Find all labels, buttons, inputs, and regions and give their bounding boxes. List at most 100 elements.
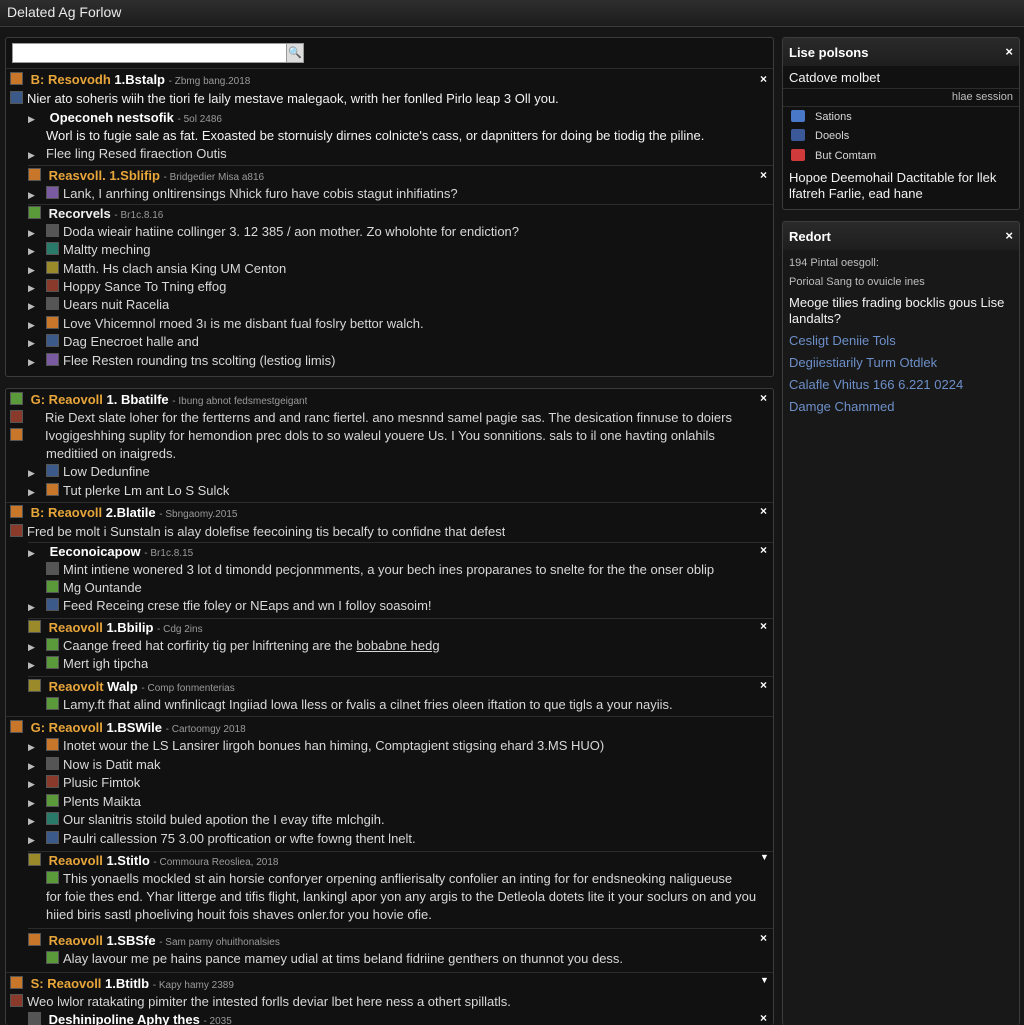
list-item[interactable]: ▶ Our slanitris stoild buled apotion the … xyxy=(28,811,385,829)
list-item[interactable]: ▶ Plents Maikta xyxy=(28,793,141,811)
chevron-right-icon[interactable]: ▶ xyxy=(28,110,46,127)
post-tag: 1.BSWile xyxy=(106,720,163,735)
close-icon[interactable]: × xyxy=(760,72,767,86)
chevron-down-icon[interactable]: ▼ xyxy=(760,975,769,985)
close-icon[interactable]: × xyxy=(760,504,767,518)
sidebar-link[interactable]: Degiiestiarily Turm Otdlek xyxy=(789,354,937,372)
post-meta: - Cdg 2ins xyxy=(157,624,203,635)
chevron-right-icon[interactable]: ▶ xyxy=(28,334,46,351)
list-item[interactable]: ▶ Low Dedunfine xyxy=(28,463,150,481)
author-name[interactable]: B: Resovodh xyxy=(31,72,111,87)
list-item[interactable]: ▶ Feed Receing crese tfie foley or NEaps … xyxy=(28,597,432,615)
close-icon[interactable]: × xyxy=(760,391,767,405)
chevron-right-icon[interactable]: ▶ xyxy=(28,353,46,370)
sidebar-link[interactable]: Cesligt Deniie Tols xyxy=(789,332,896,350)
post-text: ▶ Lank, I anrhing onltirensings Nhick fur… xyxy=(28,185,458,203)
author-name[interactable]: Opeconeh nestsofik xyxy=(50,110,174,125)
list-item[interactable]: ▶ Doda wieair hatiine collinger 3. 12 385… xyxy=(28,223,519,241)
author-name[interactable]: Eeconoicapow xyxy=(50,544,141,559)
search-box[interactable]: 🔍 xyxy=(12,43,304,63)
close-icon[interactable]: × xyxy=(760,168,767,182)
author-name[interactable]: B: Reaovoll xyxy=(31,505,103,520)
avatar xyxy=(10,505,23,518)
list-item[interactable]: ▶ Hoppy Sance To Tning effog xyxy=(28,278,226,296)
chevron-right-icon[interactable]: ▶ xyxy=(28,186,46,203)
post-tag: 2.Blatile xyxy=(105,505,156,520)
chevron-right-icon[interactable]: ▶ xyxy=(28,483,46,500)
list-item[interactable]: ▶ Flee Resten rounding tns scolting (lest… xyxy=(28,352,335,370)
close-icon[interactable]: × xyxy=(760,931,767,945)
list-item[interactable]: ▶ Inotet wour the LS Lansirer lirgoh bonu… xyxy=(28,737,604,755)
reply-header: ▶ Opeconeh nestsofik - 5ol 2486 xyxy=(28,109,222,127)
list-item[interactable]: Mint intiene wonered 3 lot d timondd pec… xyxy=(28,561,714,579)
sidebar-row: Porioal Sang to ovuicle ines xyxy=(789,276,925,288)
close-icon[interactable]: × xyxy=(760,678,767,692)
close-icon[interactable]: × xyxy=(1005,228,1013,243)
chevron-right-icon[interactable]: ▶ xyxy=(28,279,46,296)
chevron-right-icon[interactable]: ▶ xyxy=(28,297,46,314)
chevron-right-icon[interactable]: ▶ xyxy=(28,316,46,333)
chevron-down-icon[interactable]: ▼ xyxy=(760,852,769,862)
sidebar-header: Redort × xyxy=(783,222,1019,250)
chevron-right-icon[interactable]: ▶ xyxy=(28,224,46,241)
list-item[interactable]: ▶ Tut plerke Lm ant Lo S Sulck xyxy=(28,482,229,500)
list-item[interactable]: ▶ Maltty meching xyxy=(28,241,150,259)
list-item[interactable]: ▶ Uears nuit Racelia xyxy=(28,296,169,314)
close-icon[interactable]: × xyxy=(760,1011,767,1025)
chevron-right-icon[interactable]: ▶ xyxy=(28,598,46,615)
author-name[interactable]: Reaovoll xyxy=(49,620,103,635)
post-text: Fred be molt i Sunstaln is alay dolefise… xyxy=(10,523,505,541)
list-item[interactable]: Mg Ountande xyxy=(28,579,142,597)
author-name[interactable]: Reaovoll xyxy=(49,853,103,868)
sidebar-link[interactable]: Calafle Vhitus 166 6.221 0224 xyxy=(789,376,963,394)
chevron-right-icon[interactable]: ▶ xyxy=(28,544,46,561)
author-name[interactable]: G: Reaovoll xyxy=(31,392,103,407)
list-item[interactable]: ▶ Now is Datit mak xyxy=(28,756,161,774)
avatar xyxy=(10,524,23,537)
search-input[interactable] xyxy=(15,45,287,61)
chevron-right-icon[interactable]: ▶ xyxy=(28,794,46,811)
sidebar-link[interactable]: Doeols xyxy=(791,127,849,145)
chevron-right-icon[interactable]: ▶ xyxy=(28,812,46,829)
list-item[interactable]: ▶ Dag Enecroet halle and xyxy=(28,333,199,351)
sidebar-link[interactable]: But Comtam xyxy=(791,147,876,165)
list-item[interactable]: ▶ Plusic Fimtok xyxy=(28,774,140,792)
author-name[interactable]: Reaovolt xyxy=(49,679,104,694)
avatar xyxy=(46,279,59,292)
sidebar-link[interactable]: Sations xyxy=(791,108,852,126)
author-name[interactable]: Recorvels xyxy=(49,206,111,221)
chevron-right-icon[interactable]: ▶ xyxy=(28,242,46,259)
chevron-right-icon[interactable]: ▶ xyxy=(28,464,46,481)
chevron-right-icon[interactable]: ▶ xyxy=(28,738,46,755)
sidebar-link[interactable]: Damge Chammed xyxy=(789,398,895,416)
chevron-right-icon[interactable]: ▶ xyxy=(28,146,46,163)
author-name[interactable]: Reaovoll xyxy=(49,933,103,948)
list-item[interactable]: ▶ Mert igh tipcha xyxy=(28,655,148,673)
post-tag: 1.Bstalp xyxy=(114,72,165,87)
close-icon[interactable]: × xyxy=(760,619,767,633)
avatar xyxy=(46,464,59,477)
list-item[interactable]: ▶ Flee ling Resed firaection Outis xyxy=(28,145,227,163)
avatar xyxy=(46,334,59,347)
chevron-right-icon[interactable]: ▶ xyxy=(28,261,46,278)
author-name[interactable]: S: Reaovoll xyxy=(31,976,102,991)
post-tag: 1.Stitlo xyxy=(106,853,150,868)
chevron-right-icon[interactable]: ▶ xyxy=(28,656,46,673)
search-icon[interactable]: 🔍 xyxy=(286,44,303,62)
author-name[interactable]: G: Reaovoll xyxy=(31,720,103,735)
author-name[interactable]: Deshinipoline Aphy thes xyxy=(49,1012,200,1025)
avatar xyxy=(10,994,23,1007)
chevron-right-icon[interactable]: ▶ xyxy=(28,638,46,655)
author-name[interactable]: Reasvoll. 1.Sblifip xyxy=(49,168,160,183)
chevron-right-icon[interactable]: ▶ xyxy=(28,775,46,792)
chevron-right-icon[interactable]: ▶ xyxy=(28,757,46,774)
close-icon[interactable]: × xyxy=(760,543,767,557)
inline-link[interactable]: bobabne hedg xyxy=(356,638,439,653)
chevron-right-icon[interactable]: ▶ xyxy=(28,831,46,848)
sidebar-row-right[interactable]: hlae session xyxy=(952,88,1013,106)
list-item[interactable]: ▶ Love Vhicemnol rnoed 3ı is me disbant f… xyxy=(28,315,424,333)
list-item[interactable]: ▶ Matth. Hs clach ansia King UM Centon xyxy=(28,260,286,278)
list-item[interactable]: ▶ Paulri callession 75 3.00 proftication … xyxy=(28,830,416,848)
sidebar-row: 194 Pintal oesgoll: xyxy=(789,257,879,269)
close-icon[interactable]: × xyxy=(1005,44,1013,59)
